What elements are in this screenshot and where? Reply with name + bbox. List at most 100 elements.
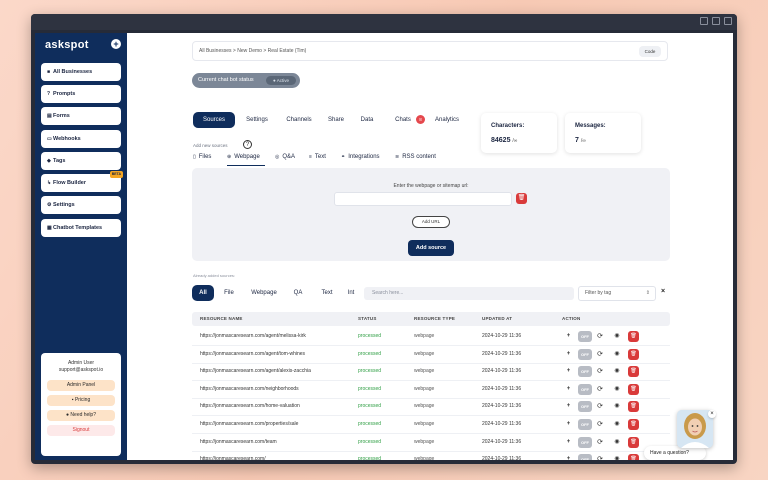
filter-file[interactable]: File: [218, 285, 240, 301]
filter-int[interactable]: Int: [344, 285, 358, 301]
status-toggle[interactable]: ● Active: [266, 76, 296, 85]
add-icon[interactable]: +: [564, 331, 573, 342]
toggle-off-button[interactable]: OFF: [578, 401, 592, 413]
sidebar: askspot + ■ All Businesses ? Prompts ▤Form…: [35, 33, 127, 460]
sidebar-item-settings[interactable]: ⚙ Settings: [41, 196, 121, 214]
tab-analytics[interactable]: Analytics: [427, 112, 467, 128]
toggle-off-button[interactable]: OFF: [578, 454, 592, 460]
toggle-off-button[interactable]: OFF: [578, 348, 592, 360]
characters-card: Characters: 84625 /∞: [481, 113, 557, 153]
refresh-icon[interactable]: ⟳: [595, 349, 605, 360]
refresh-icon[interactable]: ⟳: [595, 384, 605, 395]
add-icon[interactable]: +: [564, 349, 573, 360]
signout-button[interactable]: Signout: [47, 425, 115, 436]
webpage-url-input[interactable]: [334, 192, 512, 206]
pricing-button[interactable]: ▪ Pricing: [47, 395, 115, 406]
beta-badge: BETA: [109, 171, 123, 178]
updated-at: 2024-10-29 11:36: [482, 368, 522, 375]
filter-all[interactable]: All: [192, 285, 214, 301]
need-help-button[interactable]: ● Need help?: [47, 410, 115, 421]
delete-icon[interactable]: 🗑: [628, 348, 639, 360]
subtab-files[interactable]: ▯ Files: [193, 154, 211, 160]
delete-icon[interactable]: 🗑: [628, 436, 639, 448]
subtab-webpage[interactable]: ⊕ Webpage: [227, 154, 260, 160]
add-icon[interactable]: +: [564, 366, 573, 377]
delete-url-icon[interactable]: 🗑: [516, 193, 527, 204]
eye-icon[interactable]: ◉: [612, 366, 622, 377]
refresh-icon[interactable]: ⟳: [595, 366, 605, 377]
add-plus-icon[interactable]: +: [111, 39, 121, 49]
code-button[interactable]: Code: [639, 46, 661, 57]
filter-qa[interactable]: QA: [288, 285, 308, 301]
refresh-icon[interactable]: ⟳: [595, 331, 605, 342]
tab-chats[interactable]: Chats 8: [383, 112, 425, 128]
eye-icon[interactable]: ◉: [612, 437, 622, 448]
toggle-off-button[interactable]: OFF: [578, 436, 592, 448]
status-text: processed: [358, 350, 382, 357]
sidebar-item-all-businesses[interactable]: ■ All Businesses: [41, 63, 121, 81]
toggle-off-button[interactable]: OFF: [578, 366, 592, 378]
chat-close-icon[interactable]: ×: [708, 410, 716, 418]
add-source-button[interactable]: Add source: [408, 240, 454, 256]
refresh-icon[interactable]: ⟳: [595, 437, 605, 448]
toggle-off-button[interactable]: OFF: [578, 383, 592, 395]
source-filter-bar: All File Webpage QA Text Int Search here…: [192, 285, 670, 303]
eye-icon[interactable]: ◉: [612, 384, 622, 395]
add-icon[interactable]: +: [564, 437, 573, 448]
app-content: askspot + ■ All Businesses ? Prompts ▤Form…: [35, 33, 733, 460]
help-icon[interactable]: ?: [243, 140, 252, 149]
add-icon[interactable]: +: [564, 401, 573, 412]
sidebar-item-tags[interactable]: ◆ Tags: [41, 152, 121, 170]
sidebar-item-chatbot-templates[interactable]: ▦Chatbot Templates: [41, 219, 121, 237]
chat-prompt-bubble[interactable]: Have a question?: [644, 446, 706, 460]
sidebar-item-prompts[interactable]: ? Prompts: [41, 85, 121, 103]
clear-filter-icon[interactable]: ×: [661, 288, 665, 295]
chevron-updown-icon: ⇕: [645, 290, 650, 296]
tab-data[interactable]: Data: [353, 112, 381, 128]
eye-icon[interactable]: ◉: [612, 331, 622, 342]
subtab-integrations[interactable]: ⚭ Integrations: [341, 154, 380, 160]
eye-icon[interactable]: ◉: [612, 454, 622, 460]
add-icon[interactable]: +: [564, 384, 573, 395]
subtab-text[interactable]: ≡ Text: [309, 154, 326, 160]
filter-text[interactable]: Text: [316, 285, 338, 301]
delete-icon[interactable]: 🗑: [628, 383, 639, 395]
refresh-icon[interactable]: ⟳: [595, 419, 605, 430]
tag-filter-select[interactable]: Filter by tag ⇕: [578, 286, 656, 301]
add-icon[interactable]: +: [564, 419, 573, 430]
user-email: support@askspot.io: [58, 367, 104, 373]
tab-settings[interactable]: Settings: [237, 112, 277, 128]
tab-channels[interactable]: Channels: [279, 112, 319, 128]
resource-name: https://jonmascaresearn.com/agent/alexis…: [200, 368, 311, 375]
add-url-button[interactable]: Add URL: [412, 216, 450, 228]
search-input[interactable]: Search here...: [364, 287, 574, 300]
maximize-icon[interactable]: [712, 17, 720, 25]
subtab-qa[interactable]: ◎ Q&A: [275, 154, 295, 160]
toggle-off-button[interactable]: OFF: [578, 331, 592, 342]
refresh-icon[interactable]: ⟳: [595, 454, 605, 460]
sidebar-item-flow-builder[interactable]: ↳ Flow Builder BETA: [41, 171, 123, 192]
delete-icon[interactable]: 🗑: [628, 331, 639, 342]
add-icon[interactable]: +: [564, 454, 573, 460]
col-status: STATUS: [358, 316, 377, 321]
delete-icon[interactable]: 🗑: [628, 419, 639, 430]
tab-sources[interactable]: Sources: [193, 112, 235, 128]
eye-icon[interactable]: ◉: [612, 401, 622, 412]
sidebar-item-webhooks[interactable]: ▭Webhooks: [41, 130, 121, 148]
status-text: processed: [358, 333, 382, 339]
subtab-rss-content[interactable]: ≋ RSS content: [395, 154, 436, 160]
delete-icon[interactable]: 🗑: [628, 454, 639, 460]
eye-icon[interactable]: ◉: [612, 349, 622, 360]
sidebar-item-forms[interactable]: ▤Forms: [41, 107, 121, 125]
delete-icon[interactable]: 🗑: [628, 401, 639, 413]
eye-icon[interactable]: ◉: [612, 419, 622, 430]
minimize-icon[interactable]: [700, 17, 708, 25]
delete-icon[interactable]: 🗑: [628, 366, 639, 378]
breadcrumb[interactable]: All Businesses > New Demo > Real Estate …: [199, 48, 306, 54]
admin-panel-button[interactable]: Admin Panel: [47, 380, 115, 391]
tab-share[interactable]: Share: [321, 112, 351, 128]
refresh-icon[interactable]: ⟳: [595, 401, 605, 412]
close-window-icon[interactable]: [724, 17, 732, 25]
toggle-off-button[interactable]: OFF: [578, 419, 592, 430]
filter-webpage[interactable]: Webpage: [246, 285, 282, 301]
